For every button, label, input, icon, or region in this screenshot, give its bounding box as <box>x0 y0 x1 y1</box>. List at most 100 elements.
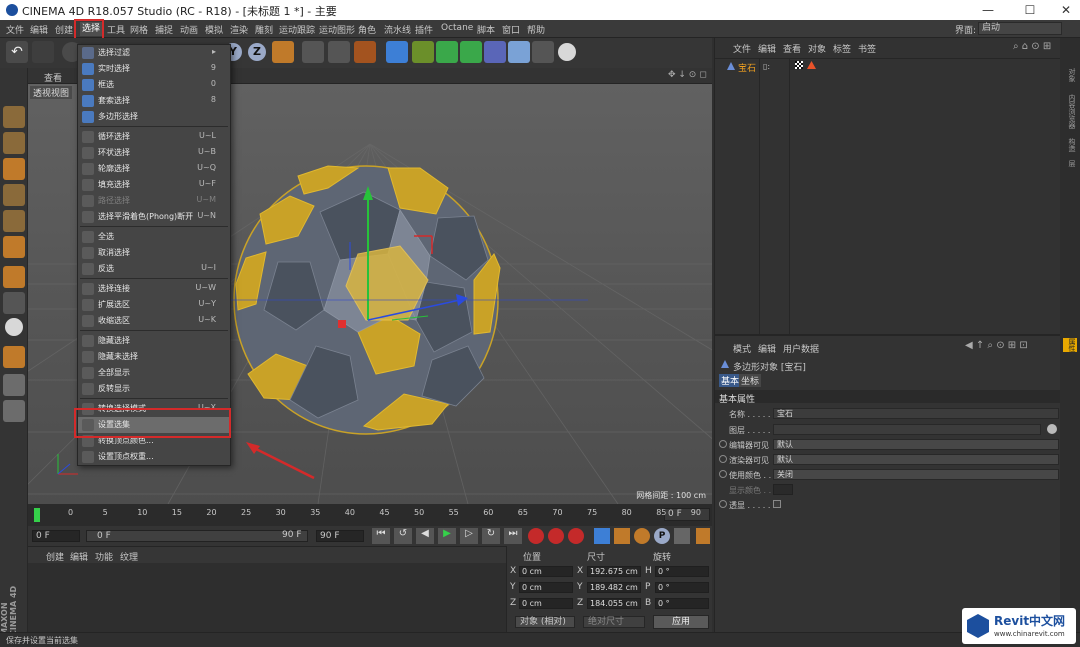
om-menu-edit[interactable]: 编辑 <box>758 42 776 55</box>
menu-edit[interactable]: 编辑 <box>30 23 48 36</box>
am-editor-vis-radio[interactable] <box>719 440 727 448</box>
edges-mode-icon[interactable] <box>3 236 25 258</box>
maximize-button[interactable]: ☐ <box>1012 0 1048 20</box>
menu-animate[interactable]: 动画 <box>180 23 198 36</box>
viewport-nav-icons[interactable]: ✥ ↓ ⊙ ◻ <box>668 70 707 80</box>
timeline-end-field[interactable]: 0 F <box>664 508 710 521</box>
am-tab-basic[interactable]: 基本 <box>719 374 742 387</box>
lock-workplane-icon[interactable] <box>3 374 25 396</box>
enable-axis-icon[interactable] <box>3 292 25 314</box>
menu-plugins[interactable]: 插件 <box>415 23 433 36</box>
am-xray-radio[interactable] <box>719 500 727 508</box>
frame-range-start[interactable]: 0 F <box>86 530 308 542</box>
select-menu-item[interactable]: 选择平滑着色(Phong)断开 U~N <box>78 209 230 225</box>
select-menu-item[interactable]: 转换选择模式 U~X <box>78 401 230 417</box>
select-menu-item[interactable]: 全部显示 <box>78 365 230 381</box>
render-view-icon[interactable] <box>302 41 324 63</box>
coordinate-system-icon[interactable] <box>272 41 294 63</box>
deformer-icon[interactable] <box>484 41 506 63</box>
am-nav-icons[interactable]: ◀ ↑ ⌕ ⊙ ⊞ ⊡ <box>965 340 1028 351</box>
menu-mesh[interactable]: 网格 <box>130 23 148 36</box>
material-menu-texture[interactable]: 纹理 <box>120 550 138 563</box>
pen-spline-icon[interactable] <box>412 41 434 63</box>
menu-help[interactable]: 帮助 <box>527 23 545 36</box>
menu-sculpt[interactable]: 雕刻 <box>255 23 273 36</box>
am-layer-picker-icon[interactable] <box>1047 424 1057 434</box>
side-tab-layers[interactable]: 层 <box>1063 160 1077 167</box>
viewport-menu-view[interactable]: 查看 <box>44 71 62 84</box>
menu-select[interactable]: 选择 <box>80 22 103 36</box>
menu-octane[interactable]: Octane <box>441 23 473 33</box>
layout-select[interactable]: 启动 <box>978 22 1062 35</box>
coord-position-input[interactable]: 0 cm <box>519 582 573 593</box>
max-frame-field[interactable]: 90 F <box>316 530 364 542</box>
material-menu-edit[interactable]: 编辑 <box>70 550 88 563</box>
menu-tools[interactable]: 工具 <box>107 23 125 36</box>
select-menu-item[interactable]: 多边形选择 <box>78 109 230 125</box>
coord-size-input[interactable]: 192.675 cm <box>587 566 641 577</box>
om-menu-file[interactable]: 文件 <box>733 42 751 55</box>
coord-size-input[interactable]: 184.055 cm <box>587 598 641 609</box>
menu-file[interactable]: 文件 <box>6 23 24 36</box>
model-mode-icon[interactable] <box>3 132 25 154</box>
make-editable-icon[interactable] <box>3 106 25 128</box>
am-tab-coord[interactable]: 坐标 <box>739 374 762 387</box>
side-tab-objects[interactable]: 对象 <box>1063 68 1077 82</box>
timeline-window-icon[interactable] <box>696 528 710 544</box>
coord-rotation-input[interactable]: 0 ° <box>655 598 709 609</box>
coord-size-input[interactable]: 189.482 cm <box>587 582 641 593</box>
position-key-icon[interactable] <box>594 528 610 544</box>
coord-rotation-input[interactable]: 0 ° <box>655 582 709 593</box>
coord-rotation-input[interactable]: 0 ° <box>655 566 709 577</box>
record-key-icon[interactable] <box>528 528 544 544</box>
object-row-gem[interactable]: 宝石 <box>719 61 757 74</box>
light-icon[interactable] <box>558 43 576 61</box>
select-menu-item[interactable]: 隐藏未选择 <box>78 349 230 365</box>
select-menu-item[interactable]: 轮廓选择 U~Q <box>78 161 230 177</box>
select-menu-item[interactable]: 全选 <box>78 229 230 245</box>
select-menu-item[interactable]: 路径选择 U~M <box>78 193 230 209</box>
next-key-icon[interactable]: ↻ <box>482 528 500 544</box>
points-mode-icon[interactable] <box>3 210 25 232</box>
menu-create[interactable]: 创建 <box>55 23 73 36</box>
select-menu-item[interactable]: 隐藏选择 <box>78 333 230 349</box>
coords-size-select[interactable]: 绝对尺寸 <box>583 616 645 628</box>
select-menu-item[interactable]: 实时选择 9 <box>78 61 230 77</box>
z-axis-icon[interactable]: Z <box>248 43 266 61</box>
workplane-icon[interactable] <box>3 184 25 206</box>
select-menu-item[interactable]: 反转显示 <box>78 381 230 397</box>
am-render-vis-radio[interactable] <box>719 455 727 463</box>
texture-mode-icon[interactable] <box>3 158 25 180</box>
select-menu-item[interactable]: 环状选择 U~B <box>78 145 230 161</box>
selection-tag-icon[interactable] <box>807 61 816 69</box>
om-menu-objects[interactable]: 对象 <box>808 42 826 55</box>
select-menu-item[interactable]: 套索选择 8 <box>78 93 230 109</box>
magnet-icon[interactable] <box>3 346 25 368</box>
polygons-mode-icon[interactable] <box>3 266 25 288</box>
select-menu-item[interactable]: 设置顶点权重... <box>78 449 230 465</box>
om-menu-view[interactable]: 查看 <box>783 42 801 55</box>
current-frame-field[interactable]: 0 F <box>32 530 80 542</box>
array-icon[interactable] <box>460 41 482 63</box>
am-menu-mode[interactable]: 模式 <box>733 342 751 355</box>
side-tab-attributes[interactable]: 属性 <box>1063 338 1077 352</box>
minimize-button[interactable]: — <box>970 0 1006 20</box>
select-menu-item[interactable]: 填充选择 U~F <box>78 177 230 193</box>
playhead-marker[interactable] <box>34 508 40 522</box>
menu-mograph[interactable]: 运动图形 <box>319 23 355 36</box>
coord-position-input[interactable]: 0 cm <box>519 598 573 609</box>
menu-motion-tracking[interactable]: 运动跟踪 <box>279 23 315 36</box>
previous-key-icon[interactable]: ↺ <box>394 528 412 544</box>
am-display-color-swatch[interactable] <box>773 484 793 495</box>
coords-apply-button[interactable]: 应用 <box>653 615 709 629</box>
step-back-icon[interactable]: ◀ <box>416 528 434 544</box>
material-menu-function[interactable]: 功能 <box>95 550 113 563</box>
select-menu-item[interactable]: 反选 U~I <box>78 261 230 277</box>
am-layer-field[interactable] <box>773 424 1041 435</box>
subdivision-icon[interactable] <box>436 41 458 63</box>
go-to-end-icon[interactable]: ⏭ <box>504 528 522 544</box>
coord-position-input[interactable]: 0 cm <box>519 566 573 577</box>
coords-mode-select[interactable]: 对象 (相对) <box>515 616 575 628</box>
select-menu-item[interactable]: 选择连接 U~W <box>78 281 230 297</box>
go-to-start-icon[interactable]: ⏮ <box>372 528 390 544</box>
